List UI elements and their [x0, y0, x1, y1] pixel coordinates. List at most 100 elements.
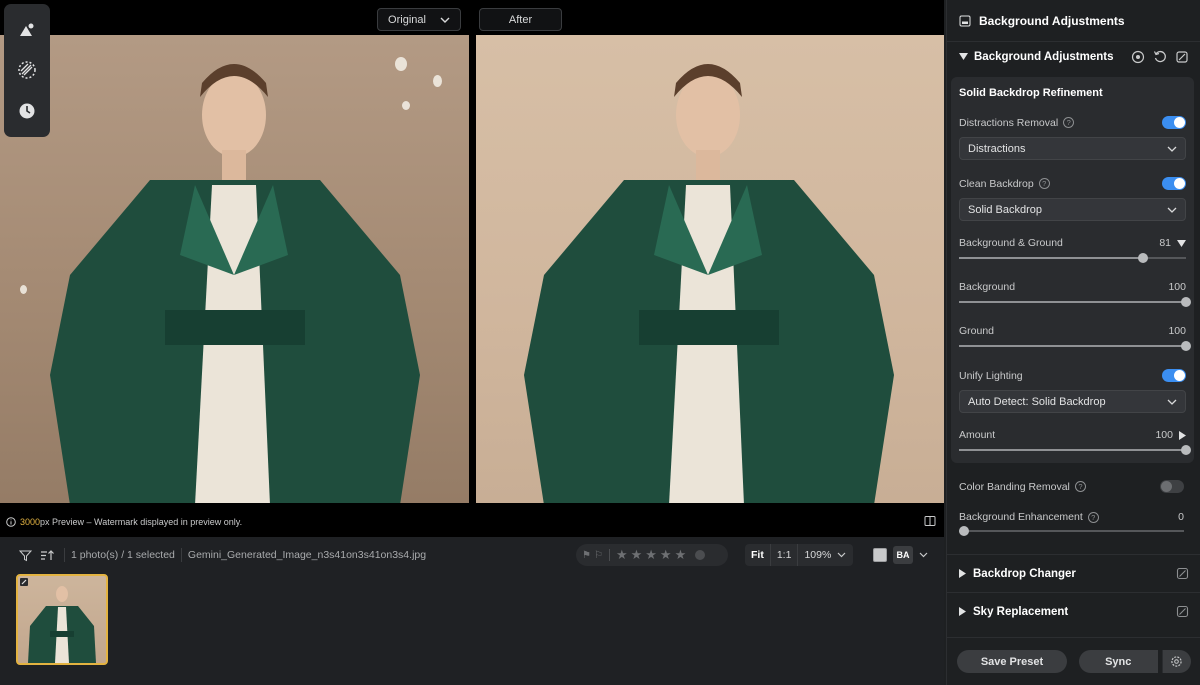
- panel-footer: Save Preset Sync: [947, 637, 1200, 685]
- amount-row: Amount 100: [959, 429, 1186, 441]
- help-icon[interactable]: ?: [1074, 481, 1086, 492]
- chevron-down-icon: [837, 552, 846, 558]
- history-icon: [19, 103, 35, 119]
- background-ground-label: Background & Ground: [959, 237, 1063, 249]
- info-icon: [6, 517, 16, 527]
- background-row: Background 100: [959, 281, 1186, 293]
- amount-value: 100: [1155, 429, 1173, 441]
- save-preset-button[interactable]: Save Preset: [957, 650, 1068, 673]
- clean-backdrop-toggle[interactable]: [1162, 177, 1186, 190]
- help-icon[interactable]: ?: [1038, 178, 1050, 189]
- mask-tool-button[interactable]: [12, 55, 42, 85]
- background-ground-value: 81: [1159, 237, 1171, 249]
- toolbar-divider: [180, 548, 182, 562]
- color-banding-label: Color Banding Removal: [959, 480, 1070, 493]
- mask-icon: [18, 61, 36, 80]
- background-slider[interactable]: [959, 297, 1191, 307]
- before-after-button[interactable]: BA: [893, 546, 913, 564]
- distractions-dropdown[interactable]: Distractions: [959, 137, 1186, 160]
- adjust-tool-button[interactable]: [12, 15, 42, 45]
- clean-backdrop-dropdown-value: Solid Backdrop: [968, 203, 1042, 216]
- flag-pick-icon[interactable]: ⚑: [582, 550, 591, 561]
- flag-reject-icon[interactable]: ⚐: [594, 550, 603, 561]
- unify-lighting-label: Unify Lighting: [959, 369, 1023, 382]
- unify-lighting-toggle[interactable]: [1162, 369, 1186, 382]
- help-icon[interactable]: ?: [1087, 511, 1099, 523]
- original-view-label: Original: [388, 13, 426, 26]
- after-view-label: After: [508, 13, 533, 26]
- background-adjust-icon: [959, 15, 971, 26]
- distractions-dropdown-value: Distractions: [968, 142, 1026, 155]
- zoom-percent-value: 109%: [804, 549, 832, 561]
- chevron-down-icon: [1167, 207, 1177, 213]
- filename: Gemini_Generated_Image_n3s41on3s41on3s4.…: [187, 549, 427, 561]
- backdrop-changer-title: Backdrop Changer: [973, 567, 1076, 580]
- solid-backdrop-card: Solid Backdrop Refinement Distractions R…: [951, 77, 1194, 463]
- amount-label: Amount: [959, 429, 996, 441]
- eraser-icon[interactable]: [1176, 605, 1189, 618]
- slider-knob[interactable]: [1181, 341, 1191, 351]
- zoom-controls: Fit 1:1 109%: [745, 544, 853, 566]
- triangle-right-icon[interactable]: [1179, 430, 1186, 440]
- background-enhancement-value: 0: [1178, 511, 1184, 523]
- reset-icon[interactable]: [1153, 50, 1167, 64]
- slider-knob[interactable]: [1137, 253, 1148, 263]
- single-view-button[interactable]: [873, 548, 887, 562]
- after-view-button[interactable]: After: [479, 8, 562, 31]
- after-image: [476, 35, 944, 503]
- distractions-removal-toggle[interactable]: [1162, 116, 1186, 129]
- sync-button[interactable]: Sync: [1078, 650, 1158, 673]
- section-header-background-adjustments[interactable]: Background Adjustments: [947, 42, 1200, 72]
- clean-backdrop-dropdown[interactable]: Solid Backdrop: [959, 198, 1186, 221]
- slider-knob[interactable]: [1181, 445, 1191, 455]
- eraser-icon[interactable]: [1175, 50, 1189, 64]
- chevron-down-icon[interactable]: [919, 552, 928, 558]
- triangle-right-icon: [959, 607, 966, 616]
- ground-label: Ground: [959, 325, 995, 337]
- photo-count: 1 photo(s) / 1 selected: [71, 549, 175, 561]
- zoom-1to1-button[interactable]: 1:1: [771, 544, 799, 566]
- sort-button[interactable]: [36, 544, 58, 566]
- star-icon[interactable]: ★: [616, 547, 628, 563]
- photo-thumbnail[interactable]: [16, 574, 108, 665]
- star-icon[interactable]: ★: [645, 547, 657, 563]
- chevron-down-icon: [1167, 399, 1177, 405]
- background-enhancement-row: Background Enhancement ? 0: [959, 511, 1184, 523]
- eraser-icon[interactable]: [1176, 567, 1189, 580]
- section-backdrop-changer[interactable]: Backdrop Changer: [947, 554, 1200, 592]
- color-label-dot[interactable]: [695, 550, 706, 560]
- background-enhancement-label: Background Enhancement: [959, 511, 1083, 523]
- gear-icon: [1171, 656, 1182, 667]
- sort-icon: [41, 549, 54, 560]
- panel-header: Background Adjustments: [947, 0, 1200, 42]
- split-view-icon[interactable]: [924, 515, 936, 527]
- visibility-icon[interactable]: [1131, 50, 1145, 64]
- zoom-percent-dropdown[interactable]: 109%: [798, 544, 852, 566]
- amount-slider[interactable]: [959, 445, 1191, 455]
- original-view-dropdown[interactable]: Original: [377, 8, 461, 31]
- help-icon[interactable]: ?: [1063, 117, 1075, 128]
- slider-knob[interactable]: [958, 526, 969, 536]
- triangle-right-icon: [959, 569, 966, 578]
- toolbar-divider: [64, 548, 65, 562]
- filter-button[interactable]: [14, 544, 36, 566]
- triangle-down-icon[interactable]: [1177, 239, 1186, 247]
- background-label: Background: [959, 281, 1016, 293]
- panel-header-title: Background Adjustments: [979, 13, 1125, 28]
- history-tool-button[interactable]: [12, 96, 42, 126]
- star-icon[interactable]: ★: [675, 547, 687, 563]
- star-icon[interactable]: ★: [660, 547, 672, 563]
- background-ground-slider[interactable]: [959, 253, 1186, 263]
- color-banding-toggle[interactable]: [1160, 480, 1184, 493]
- unify-lighting-dropdown[interactable]: Auto Detect: Solid Backdrop: [959, 390, 1186, 413]
- sync-settings-button[interactable]: [1161, 650, 1191, 673]
- star-icon[interactable]: ★: [631, 547, 643, 563]
- ground-slider[interactable]: [959, 341, 1191, 351]
- section-sky-replacement[interactable]: Sky Replacement: [947, 592, 1200, 630]
- slider-knob[interactable]: [1181, 297, 1191, 307]
- background-enhancement-slider[interactable]: [958, 526, 1184, 536]
- color-banding-row: Color Banding Removal ?: [959, 480, 1184, 493]
- distractions-removal-label: Distractions Removal: [959, 116, 1059, 129]
- zoom-fit-button[interactable]: Fit: [745, 544, 771, 566]
- subject-figure-original: [50, 64, 420, 503]
